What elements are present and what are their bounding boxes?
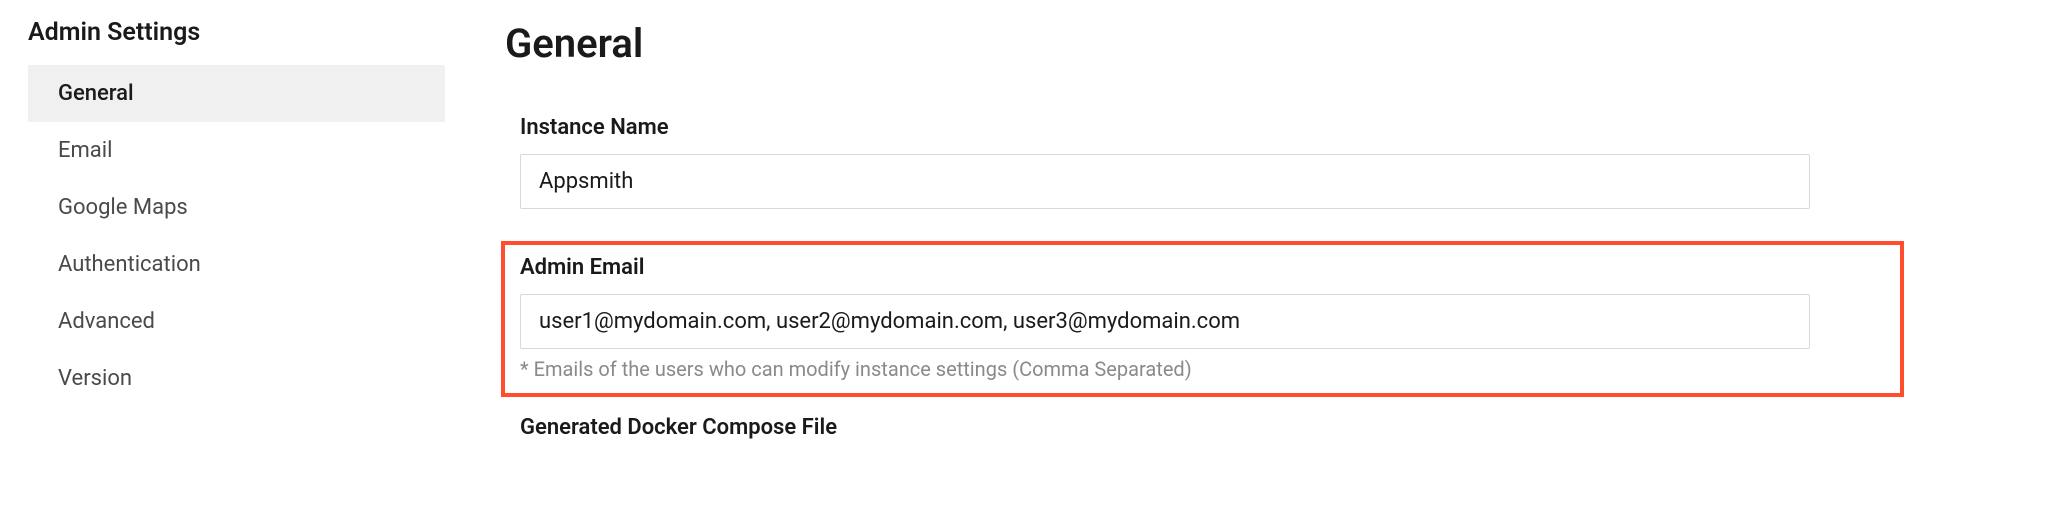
admin-email-highlight: Admin Email * Emails of the users who ca… xyxy=(501,241,1904,397)
instance-name-field: Instance Name xyxy=(505,105,1964,219)
sidebar-item-label: General xyxy=(58,81,134,106)
page-title: General xyxy=(505,20,1964,67)
main-content: General Instance Name Admin Email * Emai… xyxy=(445,0,2064,518)
sidebar-item-email[interactable]: Email xyxy=(28,122,445,179)
sidebar-item-general[interactable]: General xyxy=(28,65,445,122)
sidebar-item-version[interactable]: Version xyxy=(28,350,445,407)
sidebar-item-label: Authentication xyxy=(58,252,201,277)
admin-email-label: Admin Email xyxy=(520,255,1885,280)
instance-name-input[interactable] xyxy=(520,154,1810,209)
sidebar-item-authentication[interactable]: Authentication xyxy=(28,236,445,293)
admin-email-help: * Emails of the users who can modify ins… xyxy=(520,357,1885,381)
sidebar-item-label: Advanced xyxy=(58,309,155,334)
sidebar-item-label: Google Maps xyxy=(58,195,188,220)
instance-name-label: Instance Name xyxy=(520,115,1949,140)
sidebar-item-label: Email xyxy=(58,138,112,163)
docker-compose-heading: Generated Docker Compose File xyxy=(505,415,1964,440)
sidebar: Admin Settings General Email Google Maps… xyxy=(0,0,445,518)
sidebar-item-label: Version xyxy=(58,366,132,391)
sidebar-title: Admin Settings xyxy=(28,18,445,47)
admin-email-input[interactable] xyxy=(520,294,1810,349)
sidebar-item-google-maps[interactable]: Google Maps xyxy=(28,179,445,236)
sidebar-item-advanced[interactable]: Advanced xyxy=(28,293,445,350)
